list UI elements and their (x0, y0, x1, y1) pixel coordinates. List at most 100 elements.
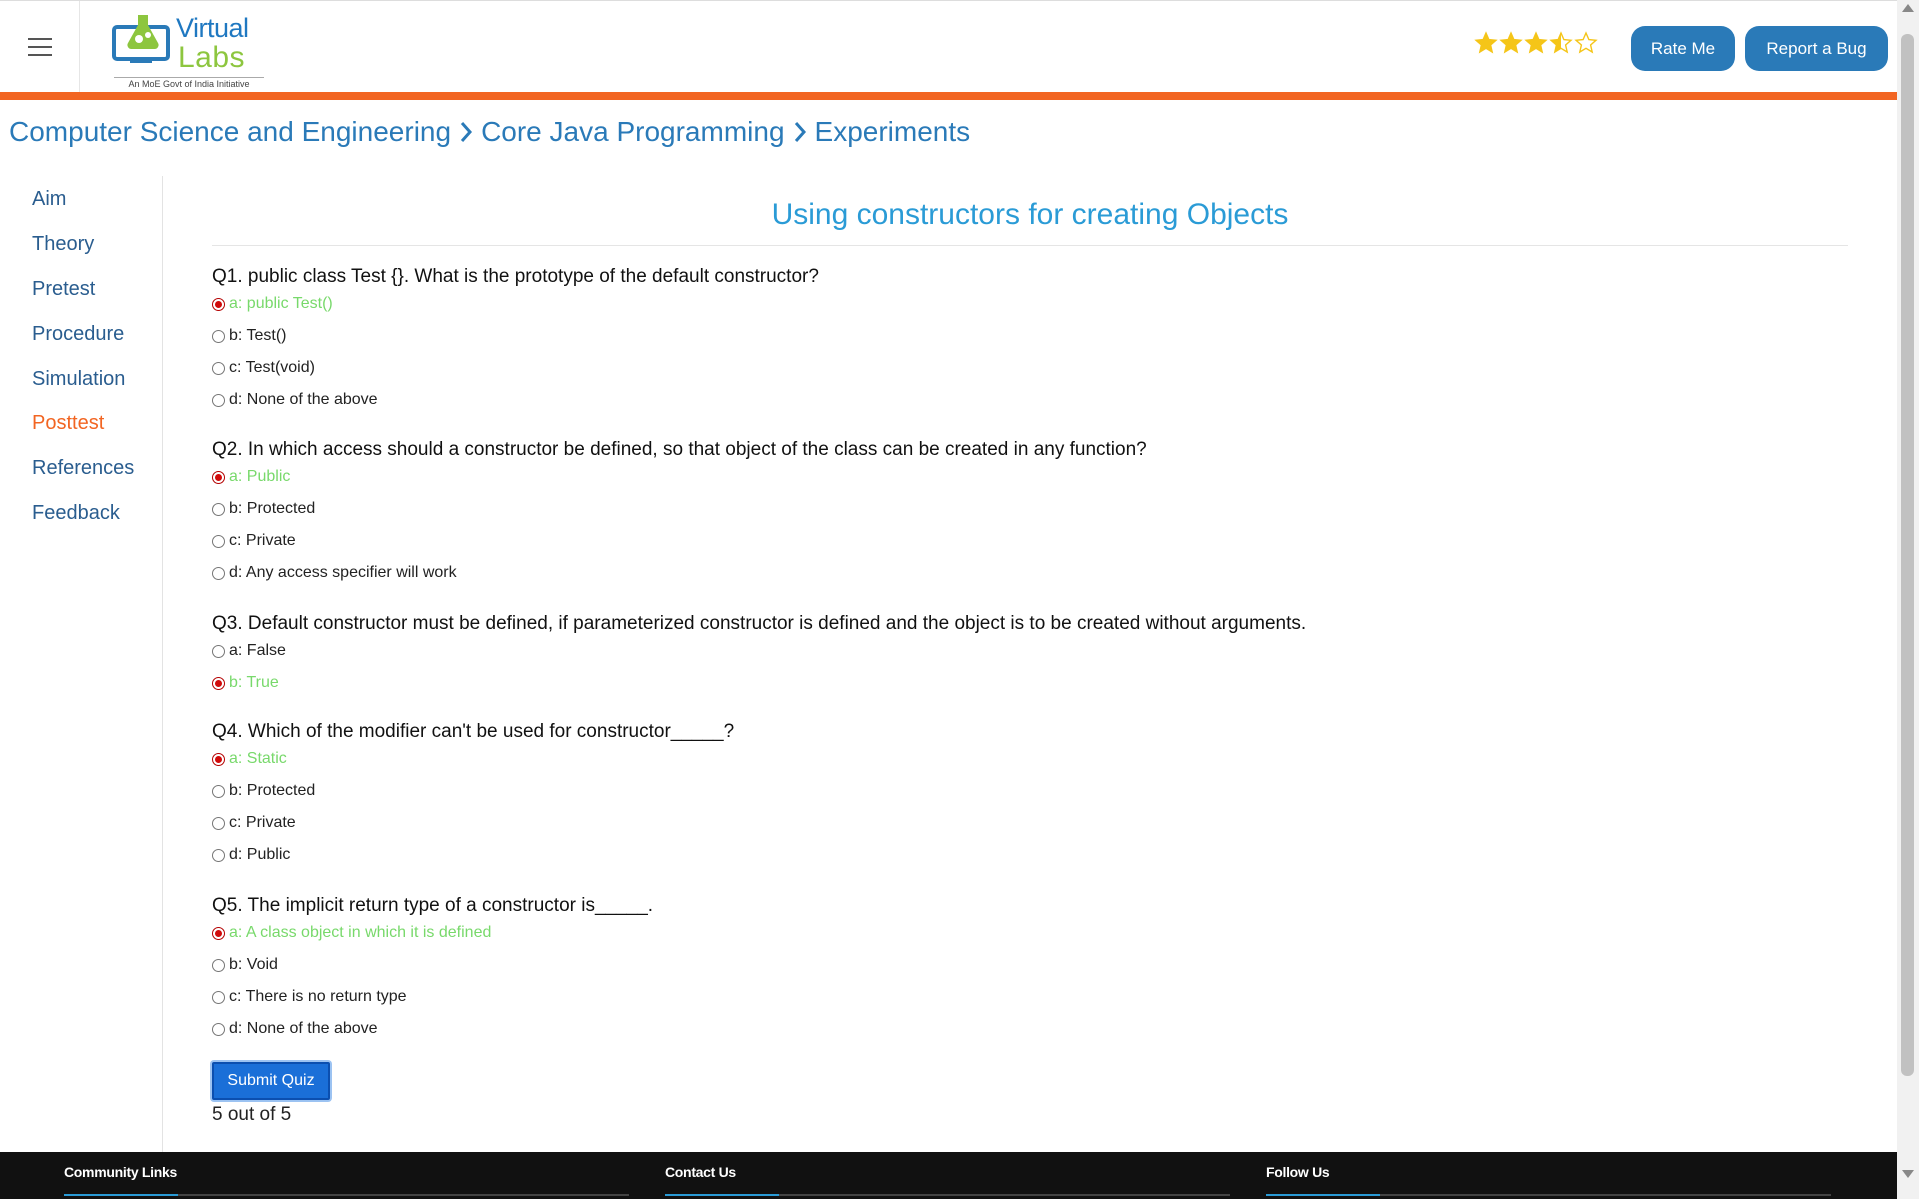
answer-option-label: c: Test(void) (229, 359, 315, 376)
chevron-right-icon (459, 121, 473, 143)
answer-option-label: d: None of the above (229, 1020, 378, 1037)
sidebar-item-feedback[interactable]: Feedback (32, 502, 120, 525)
logo-word-virtual: Virtual (176, 13, 249, 43)
answer-option[interactable]: b: Protected (212, 500, 315, 518)
answer-option-label: c: Private (229, 532, 296, 549)
footer-divider (1266, 1194, 1831, 1196)
header-accent-bar (0, 92, 1897, 100)
footer-divider (64, 1194, 629, 1196)
radio-button[interactable] (212, 297, 225, 311)
breadcrumb-experiments[interactable]: Experiments (815, 116, 971, 148)
radio-button[interactable] (212, 644, 225, 658)
virtual-labs-logo[interactable]: Virtual Labs An MoE Govt of India Initia… (108, 7, 284, 89)
star-icon[interactable] (1499, 31, 1523, 55)
answer-option[interactable]: a: public Test() (212, 295, 333, 313)
sidebar-item-posttest[interactable]: Posttest (32, 412, 104, 435)
star-icon[interactable] (1574, 31, 1598, 55)
footer-heading: Contact Us (665, 1164, 736, 1180)
answer-option-label: a: Public (229, 468, 291, 485)
submit-quiz-button[interactable]: Submit Quiz (212, 1062, 330, 1100)
answer-option[interactable]: a: Public (212, 468, 290, 486)
sidebar-item-theory[interactable]: Theory (32, 233, 94, 256)
radio-button[interactable] (212, 470, 225, 484)
answer-option[interactable]: b: Void (212, 956, 278, 974)
scroll-down-arrow-icon[interactable] (1902, 1170, 1914, 1178)
footer-heading: Community Links (64, 1164, 177, 1180)
answer-option[interactable]: d: None of the above (212, 1020, 378, 1038)
footer-community-links: Community Links (64, 1164, 629, 1196)
scrollbar-thumb[interactable] (1901, 34, 1914, 1076)
rate-me-button[interactable]: Rate Me (1631, 26, 1735, 71)
sidebar-item-references[interactable]: References (32, 457, 134, 480)
answer-option-label: d: None of the above (229, 391, 378, 408)
radio-button[interactable] (212, 926, 225, 940)
answer-option[interactable]: b: True (212, 674, 279, 692)
answer-option[interactable]: a: Static (212, 750, 287, 768)
sidebar-item-procedure[interactable]: Procedure (32, 323, 124, 346)
quiz-score: 5 out of 5 (212, 1104, 292, 1125)
chevron-right-icon (793, 121, 807, 143)
radio-button[interactable] (212, 848, 225, 862)
answer-option[interactable]: a: A class object in which it is defined (212, 924, 491, 942)
radio-button[interactable] (212, 361, 225, 375)
answer-option[interactable]: a: False (212, 642, 286, 660)
hamburger-icon (27, 32, 52, 62)
question-text: Q4. Which of the modifier can't be used … (212, 721, 735, 742)
title-divider (212, 245, 1848, 246)
answer-option-label: b: Void (229, 956, 278, 973)
radio-button[interactable] (212, 752, 225, 766)
answer-option-label: c: There is no return type (229, 988, 407, 1005)
footer: Community Links Contact Us Follow Us (0, 1152, 1897, 1199)
answer-option[interactable]: c: Private (212, 532, 296, 550)
sidebar-item-simulation[interactable]: Simulation (32, 368, 125, 391)
page-title: Using constructors for creating Objects (771, 198, 1289, 231)
radio-button[interactable] (212, 329, 225, 343)
answer-option[interactable]: d: Public (212, 846, 290, 864)
breadcrumb-discipline[interactable]: Computer Science and Engineering (9, 116, 451, 148)
answer-option-label: a: A class object in which it is defined (229, 924, 492, 941)
answer-option[interactable]: b: Test() (212, 327, 287, 345)
logo-word-labs: Labs (178, 41, 246, 74)
header: Virtual Labs An MoE Govt of India Initia… (0, 0, 1897, 93)
answer-option-label: c: Private (229, 814, 296, 831)
answer-option-label: a: Static (229, 750, 287, 767)
answer-option[interactable]: c: Test(void) (212, 359, 315, 377)
radio-button[interactable] (212, 676, 225, 690)
answer-option[interactable]: d: None of the above (212, 391, 378, 409)
radio-button[interactable] (212, 1022, 225, 1036)
answer-option[interactable]: d: Any access specifier will work (212, 564, 457, 582)
star-icon[interactable] (1549, 31, 1573, 55)
sidebar-nav: Aim Theory Pretest Procedure Simulation … (0, 176, 163, 1152)
radio-button[interactable] (212, 990, 225, 1004)
radio-button[interactable] (212, 816, 225, 830)
rating-stars[interactable] (1474, 31, 1598, 55)
radio-button[interactable] (212, 502, 225, 516)
radio-button[interactable] (212, 958, 225, 972)
scroll-up-arrow-icon[interactable] (1902, 4, 1914, 12)
answer-option-label: b: Protected (229, 782, 316, 799)
footer-contact-us: Contact Us (665, 1164, 1230, 1196)
radio-button[interactable] (212, 534, 225, 548)
sidebar-item-pretest[interactable]: Pretest (32, 278, 95, 301)
flask-monitor-icon (112, 15, 170, 63)
footer-heading: Follow Us (1266, 1164, 1330, 1180)
answer-option-label: b: Test() (229, 327, 287, 344)
answer-option-label: d: Any access specifier will work (229, 564, 457, 581)
answer-option-label: b: Protected (229, 500, 316, 517)
radio-button[interactable] (212, 784, 225, 798)
star-icon[interactable] (1474, 31, 1498, 55)
menu-toggle-button[interactable] (0, 1, 80, 93)
report-bug-button[interactable]: Report a Bug (1745, 26, 1888, 71)
question-text: Q3. Default constructor must be defined,… (212, 613, 1307, 634)
answer-option[interactable]: c: There is no return type (212, 988, 407, 1006)
page-scrollbar[interactable] (1897, 0, 1919, 1199)
star-icon[interactable] (1524, 31, 1548, 55)
breadcrumb-lab[interactable]: Core Java Programming (481, 116, 784, 148)
radio-button[interactable] (212, 566, 225, 580)
answer-option-label: a: public Test() (229, 295, 333, 312)
answer-option[interactable]: b: Protected (212, 782, 315, 800)
answer-option[interactable]: c: Private (212, 814, 296, 832)
sidebar-item-aim[interactable]: Aim (32, 188, 66, 211)
radio-button[interactable] (212, 393, 225, 407)
question-text: Q5. The implicit return type of a constr… (212, 895, 654, 916)
